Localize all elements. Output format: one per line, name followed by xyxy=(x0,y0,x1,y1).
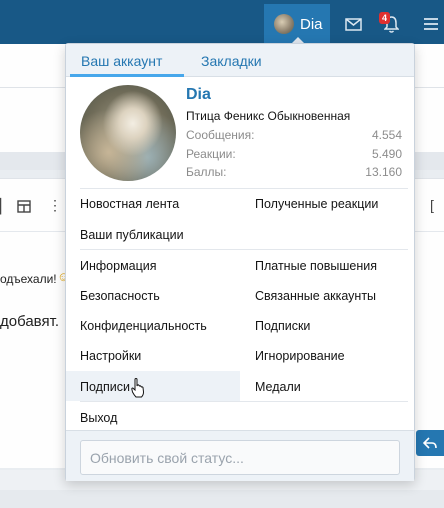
menu-item-following[interactable]: Подписки xyxy=(255,319,310,333)
stat-points: Баллы: 13.160 xyxy=(186,165,402,179)
user-avatar-small xyxy=(274,14,294,34)
menu-item-signature[interactable]: Подписи xyxy=(80,380,130,394)
top-nav-bar: Dia 4 xyxy=(0,0,444,44)
menu-button[interactable] xyxy=(412,4,444,44)
menu-item-reactions-received[interactable]: Полученные реакции xyxy=(255,197,378,211)
profile-user-title: Птица Феникс Обыкновенная xyxy=(186,109,351,123)
status-update-area xyxy=(66,430,414,481)
menu-separator xyxy=(80,401,408,402)
toolbar-divider-icon: ▏ xyxy=(0,198,11,214)
background-post-text: одъехали! xyxy=(0,272,57,286)
stat-label: Баллы: xyxy=(186,165,227,179)
menu-icon xyxy=(424,18,438,30)
menu-item-your-content[interactable]: Ваши публикации xyxy=(80,228,184,242)
user-avatar-large[interactable] xyxy=(80,85,176,181)
menu-item-preferences[interactable]: Настройки xyxy=(80,349,141,363)
conversations-button[interactable] xyxy=(334,4,372,44)
nav-username: Dia xyxy=(300,15,323,33)
tab-your-account[interactable]: Ваш аккаунт xyxy=(81,53,162,73)
background-editor-text: добавят. xyxy=(0,313,59,330)
profile-summary: Dia Птица Феникс Обыкновенная Сообщения:… xyxy=(66,78,414,188)
hand-cursor-icon xyxy=(131,378,145,398)
mail-icon xyxy=(344,17,362,31)
stat-label: Сообщения: xyxy=(186,128,255,142)
menu-item-account-upgrades[interactable]: Платные повышения xyxy=(255,259,377,273)
menu-separator xyxy=(80,188,408,189)
tab-bookmarks[interactable]: Закладки xyxy=(201,53,262,69)
alerts-badge: 4 xyxy=(379,12,391,24)
menu-separator xyxy=(80,249,408,250)
menu-item-news-feed[interactable]: Новостная лента xyxy=(80,197,179,211)
stat-messages: Сообщения: 4.554 xyxy=(186,128,402,142)
profile-username[interactable]: Dia xyxy=(186,86,211,104)
reply-button[interactable] xyxy=(416,430,444,456)
reply-icon xyxy=(423,437,437,449)
menu-item-account-details[interactable]: Информация xyxy=(80,259,157,273)
menu-item-ignoring[interactable]: Игнорирование xyxy=(255,349,345,363)
table-icon[interactable] xyxy=(17,200,31,213)
alerts-button[interactable]: 4 xyxy=(372,4,410,44)
stat-reactions: Реакции: 5.490 xyxy=(186,147,402,161)
stat-value: 4.554 xyxy=(371,128,402,142)
menu-item-privacy[interactable]: Конфиденциальность xyxy=(80,319,207,333)
account-dropdown-menu: Ваш аккаунт Закладки Dia Птица Феникс Об… xyxy=(65,43,415,481)
active-tab-indicator xyxy=(70,74,184,77)
menu-item-connected-accounts[interactable]: Связанные аккаунты xyxy=(255,289,376,303)
stat-value: 5.490 xyxy=(371,147,402,161)
more-options-icon[interactable]: ⋮ xyxy=(48,197,62,214)
menu-item-logout[interactable]: Выход xyxy=(80,411,117,425)
page-footer-strip xyxy=(0,490,444,508)
menu-item-medals[interactable]: Медали xyxy=(255,380,301,394)
bracket-icon[interactable]: [ xyxy=(430,197,434,213)
status-input[interactable] xyxy=(80,440,400,475)
menu-item-security[interactable]: Безопасность xyxy=(80,289,160,303)
stat-label: Реакции: xyxy=(186,147,236,161)
stat-value: 13.160 xyxy=(365,165,402,179)
menu-tabs: Ваш аккаунт Закладки xyxy=(66,44,414,77)
